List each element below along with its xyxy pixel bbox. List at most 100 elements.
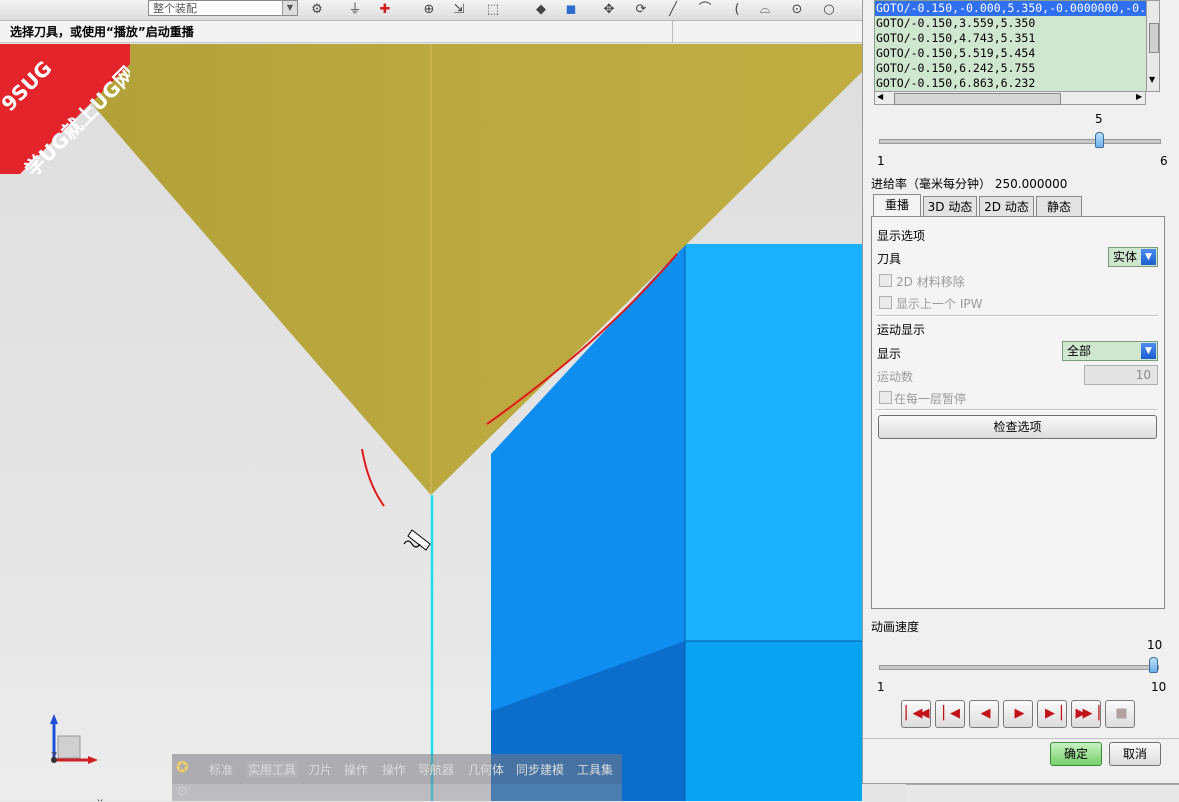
play-reverse-button[interactable]: ◀ xyxy=(969,700,999,728)
check-options-button[interactable]: 检查选项 xyxy=(878,415,1157,439)
tab-operation-2[interactable]: 操作 xyxy=(382,761,406,778)
motion-count-label: 运动数 xyxy=(877,370,914,384)
ok-button[interactable]: 确定 xyxy=(1050,742,1102,766)
chevron-down-icon[interactable]: ▼ xyxy=(282,1,297,15)
watermark-ribbon: 9SUG 学UG就上UG网 xyxy=(0,44,130,174)
graphics-viewport[interactable]: 9SUG 学UG就上UG网 Z X xyxy=(0,44,862,801)
status-strip xyxy=(906,784,1179,802)
go-to-end-button[interactable]: ▶▶▕ xyxy=(1071,700,1101,728)
part-face-lower-right xyxy=(685,641,862,801)
checkbox-2d-material-removal[interactable] xyxy=(879,274,892,287)
circle-point-icon[interactable]: ⊙ xyxy=(788,1,806,18)
tab-insert[interactable]: 刀片 xyxy=(308,761,332,778)
status-prompt: 选择刀具，或使用“播放”启动重播 xyxy=(0,21,862,43)
list-item[interactable]: GOTO/-0.150,5.519,5.454 xyxy=(875,46,1156,61)
arc-center-icon[interactable]: ⌓ xyxy=(756,1,774,18)
motion-slider[interactable] xyxy=(879,139,1161,144)
filter-icon[interactable]: ⏚ xyxy=(346,1,364,18)
bottom-tab-bar: ✪ 标准 实用工具 刀片 操作 操作 导航器 几何体 同步建模 工具集 xyxy=(172,754,622,784)
palette-icon[interactable]: ✪ xyxy=(176,758,200,780)
list-item[interactable]: GOTO/-0.150,3.559,5.350 xyxy=(875,16,1156,31)
tab-toolset[interactable]: 工具集 xyxy=(577,761,613,778)
tab-2d-dynamic[interactable]: 2D 动态 xyxy=(979,196,1034,216)
go-to-start-button[interactable]: ▏◀◀ xyxy=(901,700,931,728)
line-icon[interactable]: ╱ xyxy=(664,1,682,18)
section-title-motion-display: 运动显示 xyxy=(877,323,926,337)
tab-static[interactable]: 静态 xyxy=(1036,196,1082,216)
skip-to-start-icon: ▏◀◀ xyxy=(905,706,930,721)
tab-3d-dynamic[interactable]: 3D 动态 xyxy=(923,196,977,216)
bottom-tool-strip: ⚙ xyxy=(172,784,622,801)
checkbox-2d-material-removal-label: 2D 材料移除 xyxy=(896,275,965,289)
slider1-min: 1 xyxy=(877,154,885,168)
tool-label: 刀具 xyxy=(877,252,902,266)
tool-display-select[interactable]: 实体 ▼ xyxy=(1108,247,1158,267)
list-item[interactable]: GOTO/-0.150,6.242,5.755 xyxy=(875,61,1156,76)
replay-tab-body: 显示选项 刀具 实体 ▼ 2D 材料移除 显示上一个 IPW 运动显示 显示 全… xyxy=(871,216,1165,609)
top-toolbar: 整个装配 ▼ ⚙ ⏚ ✚ ⊕ ⇲ ⬚ ◆ ◼ ✥ ⟳ ╱ ⌒ ( ⌓ ⊙ ○ xyxy=(0,0,862,21)
gear-icon[interactable]: ⚙ xyxy=(176,784,189,800)
tab-utilities[interactable]: 实用工具 xyxy=(246,761,299,778)
feed-rate-value: 250.000000 xyxy=(994,177,1068,191)
chevron-left-icon[interactable]: ◀ xyxy=(877,92,883,101)
animation-speed-label: 动画速度 xyxy=(871,620,920,634)
animation-speed-slider-thumb[interactable] xyxy=(1149,657,1158,673)
motion-slider-thumb[interactable] xyxy=(1095,132,1104,148)
display-label: 显示 xyxy=(877,347,902,361)
arc-icon[interactable]: ( xyxy=(728,1,746,18)
shaded-body-icon[interactable]: ◆ xyxy=(532,1,550,18)
section-title-display-options: 显示选项 xyxy=(877,229,926,243)
play-button[interactable]: ▶ xyxy=(1003,700,1033,728)
checkbox-pause-each-layer-label: 在每一层暂停 xyxy=(894,392,967,406)
selection-filter-value: 整个装配 xyxy=(153,2,197,15)
chevron-right-icon[interactable]: ▶ xyxy=(1136,92,1142,101)
rotate-icon[interactable]: ⟳ xyxy=(632,1,650,18)
axis-label-z: Z xyxy=(51,752,58,762)
slider1-value: 5 xyxy=(1095,112,1103,126)
list-vertical-scrollbar[interactable]: ▼ xyxy=(1146,0,1160,92)
box-select-icon[interactable]: ⬚ xyxy=(484,1,502,18)
animation-speed-slider[interactable] xyxy=(879,665,1159,670)
move-icon[interactable]: ✥ xyxy=(600,1,618,18)
checkbox-show-prev-ipw[interactable] xyxy=(879,296,892,309)
chevron-down-icon[interactable]: ▼ xyxy=(1141,343,1156,359)
tab-sync-modeling[interactable]: 同步建模 xyxy=(516,761,564,778)
tab-geometry[interactable]: 几何体 xyxy=(468,761,504,778)
tab-navigator[interactable]: 导航器 xyxy=(418,761,454,778)
status-prompt-text: 选择刀具，或使用“播放”启动重播 xyxy=(10,25,194,39)
step-forward-button[interactable]: ▶▕ xyxy=(1037,700,1067,728)
tab-replay[interactable]: 重播 xyxy=(873,194,921,216)
display-mode-value: 全部 xyxy=(1067,344,1092,358)
motion-count-field[interactable]: 10 xyxy=(1084,365,1158,385)
selection-filter-combo[interactable]: 整个装配 ▼ xyxy=(148,0,298,16)
tab-operation[interactable]: 操作 xyxy=(344,761,368,778)
list-horizontal-scrollbar[interactable]: ◀ ▶ xyxy=(874,91,1146,105)
assembly-icon[interactable]: ⚙ xyxy=(308,1,326,18)
step-back-icon: ▏◀ xyxy=(943,706,960,721)
checkbox-pause-each-layer[interactable] xyxy=(879,391,892,404)
stop-button[interactable]: ■ xyxy=(1105,700,1135,728)
step-back-button[interactable]: ▏◀ xyxy=(935,700,965,728)
chevron-down-icon[interactable]: ▼ xyxy=(1149,75,1155,84)
step-forward-icon: ▶▕ xyxy=(1045,706,1062,721)
list-item[interactable]: GOTO/-0.150,-0.000,5.350,-0.0000000,-0.0… xyxy=(875,1,1156,16)
scroll-thumb[interactable] xyxy=(894,93,1061,105)
snap-icon[interactable]: ✚ xyxy=(376,1,394,18)
chevron-down-icon[interactable]: ▼ xyxy=(1141,249,1156,265)
circle-icon[interactable]: ○ xyxy=(820,1,838,18)
cube-icon[interactable]: ◼ xyxy=(562,1,580,18)
display-mode-select[interactable]: 全部 ▼ xyxy=(1062,341,1158,361)
speed-slider-max: 10 xyxy=(1151,680,1167,694)
scroll-thumb[interactable] xyxy=(1149,23,1159,53)
goto-listing[interactable]: GOTO/-0.150,-0.000,5.350,-0.0000000,-0.0… xyxy=(874,0,1157,92)
polyline-icon[interactable]: ⌒ xyxy=(696,1,714,18)
play-icon: ▶ xyxy=(1014,706,1025,721)
list-item[interactable]: GOTO/-0.150,4.743,5.351 xyxy=(875,31,1156,46)
slider1-max: 6 xyxy=(1160,154,1168,168)
divider xyxy=(863,738,1179,739)
select-icon[interactable]: ⇲ xyxy=(450,1,468,18)
cancel-button[interactable]: 取消 xyxy=(1109,742,1161,766)
list-item[interactable]: GOTO/-0.150,6.863,6.232 xyxy=(875,76,1156,91)
point-icon[interactable]: ⊕ xyxy=(420,1,438,18)
tab-standard[interactable]: 标准 xyxy=(209,761,233,778)
